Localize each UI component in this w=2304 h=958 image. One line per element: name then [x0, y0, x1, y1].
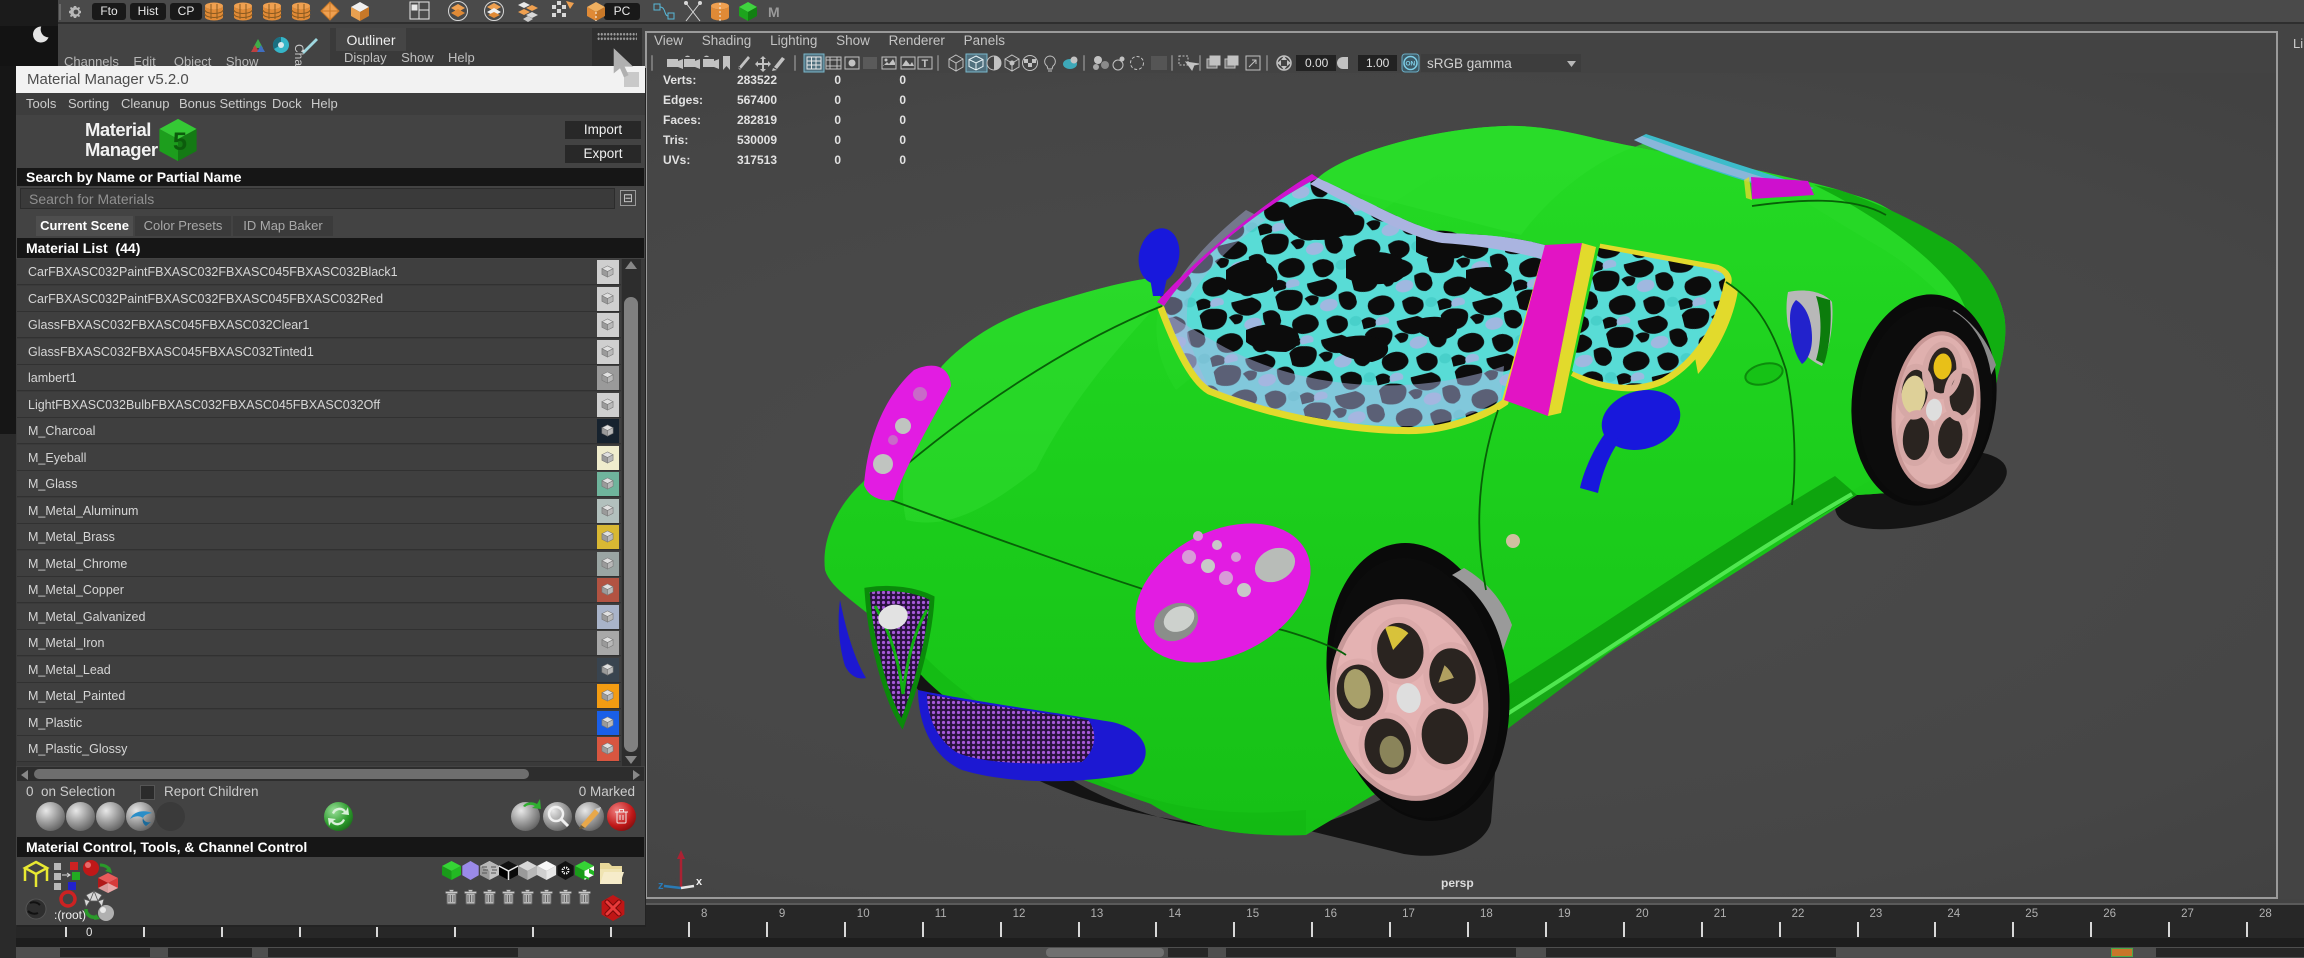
svg-text:5: 5: [173, 128, 187, 156]
svg-text::(root): :(root): [54, 908, 86, 922]
svg-text:z: z: [658, 880, 664, 892]
svg-text:x: x: [696, 876, 703, 888]
svg-text:M: M: [768, 4, 780, 20]
